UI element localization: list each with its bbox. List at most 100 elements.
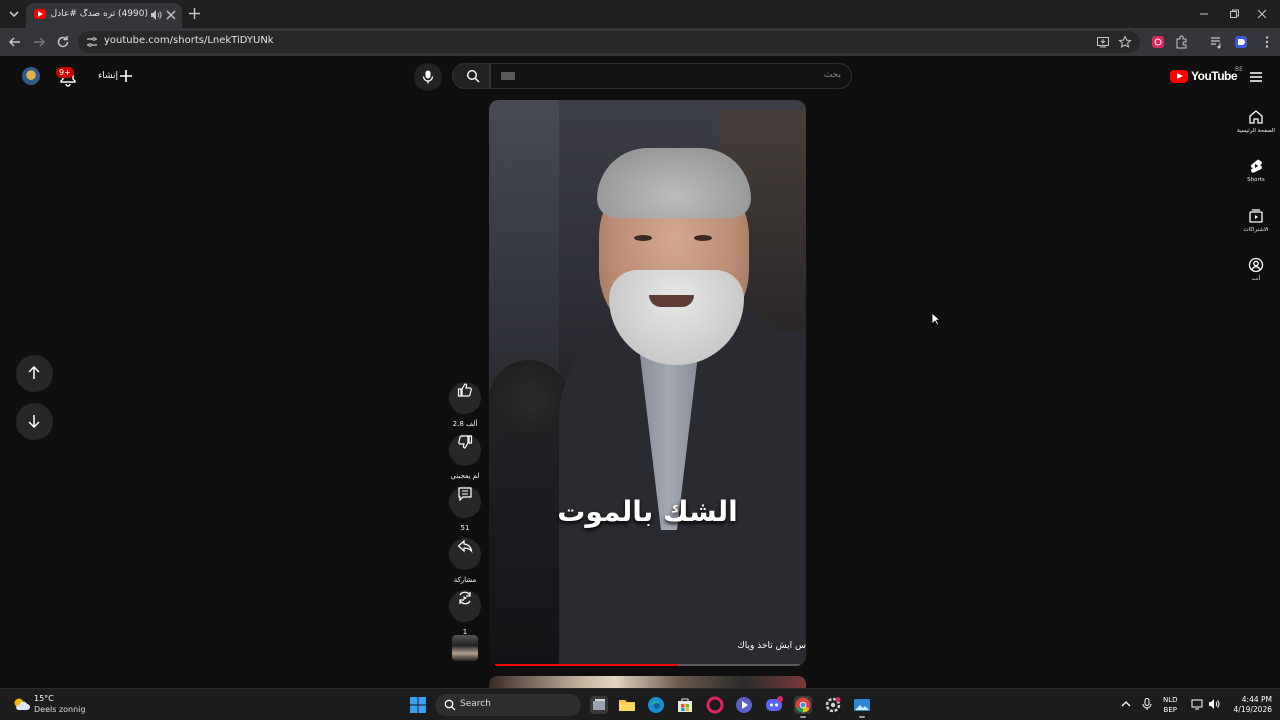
share-button[interactable] — [449, 538, 481, 570]
channel-sound-thumbnail[interactable] — [452, 635, 478, 661]
weather-description: Deels zonnig — [34, 705, 86, 714]
guide-menu-hamburger-icon[interactable] — [1249, 70, 1263, 84]
window-minimize-icon[interactable] — [1198, 8, 1210, 20]
guide-label-subscriptions: الاشتراكات — [1243, 227, 1269, 233]
browser-toolbar: youtube.com/shorts/LnekTiDYUNk — [0, 28, 1280, 56]
browser-tab-active[interactable]: (4990) ترە صدگ #عادل_البدا — [26, 3, 182, 28]
bookmark-star-icon[interactable] — [1118, 35, 1132, 49]
browser-tab-strip: (4990) ترە صدگ #عادل_البدا — [0, 0, 1280, 28]
media-player-icon[interactable] — [735, 696, 753, 714]
profile-extension-icon[interactable] — [1234, 35, 1248, 49]
like-action[interactable]: 2.8 ألف — [449, 374, 481, 428]
browser-menu-kebab-icon[interactable] — [1260, 35, 1274, 49]
search-input[interactable]: بحث — [490, 63, 852, 89]
tab-search-chevron-icon[interactable] — [6, 6, 22, 22]
guide-item-shorts[interactable]: Shorts — [1234, 158, 1278, 198]
photos-running-indicator — [859, 716, 865, 718]
reload-icon[interactable] — [56, 35, 70, 49]
comment-icon — [458, 487, 472, 502]
guide-item-subscriptions[interactable]: الاشتراكات — [1234, 208, 1278, 248]
share-arrow-icon — [457, 539, 473, 553]
extensions-puzzle-icon[interactable] — [1175, 35, 1189, 49]
clock-date: 4/19/2026 — [1233, 705, 1272, 714]
studio-microphone — [489, 360, 569, 440]
speaker-mouth — [649, 295, 694, 307]
home-icon — [1249, 110, 1263, 124]
task-view-icon[interactable] — [590, 696, 608, 714]
create-button[interactable]: إنشاء — [92, 66, 136, 88]
video-title[interactable]: س ايش تاخذ وياك — [489, 641, 806, 651]
create-label: إنشاء — [98, 71, 119, 81]
back-arrow-icon[interactable] — [8, 35, 22, 49]
windows-taskbar: 15°C Deels zonnig Search NLD BEP 4:44 PM… — [0, 688, 1280, 720]
microsoft-store-icon[interactable] — [676, 696, 694, 714]
discord-icon[interactable] — [765, 696, 783, 714]
shorts-video-player[interactable]: الشك بالموت س ايش تاخذ وياك — [489, 100, 806, 666]
extension-pink-icon[interactable] — [1151, 35, 1165, 49]
notification-count-badge: 9+ — [56, 67, 74, 78]
remix-action[interactable]: 1 — [449, 582, 481, 636]
you-icon — [1248, 257, 1264, 273]
share-action[interactable]: مشاركة — [449, 530, 481, 584]
youtube-wordmark: YouTube — [1191, 69, 1238, 83]
system-clock[interactable]: 4:44 PM 4/19/2026 — [1226, 695, 1272, 715]
window-restore-icon[interactable] — [1228, 8, 1240, 20]
microphone-tray-icon[interactable] — [1141, 698, 1153, 710]
speaker-hair — [597, 148, 751, 218]
guide-label-home: الصفحة الرئيسية — [1237, 128, 1275, 134]
search-icon — [444, 699, 456, 711]
network-monitor-icon[interactable] — [1191, 698, 1203, 710]
new-tab-plus-icon[interactable] — [189, 8, 200, 19]
dislike-action[interactable]: لم يعجبني — [449, 426, 481, 480]
settings-gear-icon[interactable] — [824, 696, 842, 714]
language-code: NLD — [1163, 696, 1178, 704]
address-bar[interactable]: youtube.com/shorts/LnekTiDYUNk — [78, 31, 1140, 53]
clock-time: 4:44 PM — [1241, 695, 1272, 704]
keyboard-layout-code: BEP — [1163, 706, 1177, 714]
next-short-preview[interactable] — [489, 676, 806, 688]
youtube-play-logo-icon — [1170, 70, 1188, 83]
like-button[interactable] — [449, 382, 481, 414]
file-explorer-icon[interactable] — [618, 696, 636, 714]
taskbar-search-box[interactable]: Search — [435, 694, 581, 716]
account-avatar[interactable] — [22, 67, 40, 85]
plus-icon — [119, 69, 133, 83]
tab-title: (4990) ترە صدگ #عادل_البدا — [50, 9, 148, 19]
speaker-eye-left — [634, 235, 652, 241]
comments-button[interactable] — [449, 486, 481, 518]
remix-icon — [459, 591, 471, 605]
chrome-browser-icon[interactable] — [794, 696, 812, 714]
keyboard-icon[interactable] — [501, 72, 515, 80]
volume-speaker-icon[interactable] — [1208, 698, 1220, 710]
partly-sunny-weather-icon[interactable] — [12, 696, 30, 712]
media-controls-icon[interactable] — [1210, 35, 1224, 49]
opera-browser-icon[interactable] — [706, 696, 724, 714]
remix-button[interactable] — [449, 590, 481, 622]
search-button[interactable] — [452, 63, 490, 89]
url-text: youtube.com/shorts/LnekTiDYUNk — [104, 35, 274, 46]
window-close-icon[interactable] — [1256, 8, 1268, 20]
forward-arrow-icon[interactable] — [32, 35, 46, 49]
tab-close-icon[interactable] — [166, 10, 176, 20]
comments-action[interactable]: 51 — [449, 478, 481, 532]
voice-search-microphone-icon[interactable] — [414, 63, 442, 91]
next-short-down-arrow-icon[interactable] — [16, 403, 53, 440]
photos-app-icon[interactable] — [853, 696, 871, 714]
windows-start-icon[interactable] — [410, 697, 426, 713]
install-app-icon[interactable] — [1096, 35, 1110, 49]
input-language[interactable]: NLD BEP — [1163, 695, 1178, 715]
edge-browser-icon[interactable] — [647, 696, 665, 714]
tray-overflow-chevron-icon[interactable] — [1120, 698, 1132, 710]
dislike-button[interactable] — [449, 434, 481, 466]
guide-item-you[interactable]: أنت — [1234, 257, 1278, 297]
previous-short-up-arrow-icon[interactable] — [16, 355, 53, 392]
guide-item-home[interactable]: الصفحة الرئيسية — [1234, 109, 1278, 149]
shorts-icon — [1250, 159, 1262, 173]
video-progress-bar[interactable] — [495, 664, 800, 666]
site-info-icon[interactable] — [86, 36, 98, 48]
video-progress-fill — [495, 664, 678, 666]
guide-label-shorts: Shorts — [1247, 177, 1265, 183]
video-caption-overlay: الشك بالموت — [557, 495, 738, 528]
youtube-logo[interactable]: YouTube — [1170, 68, 1238, 86]
tab-audio-icon[interactable] — [150, 9, 162, 21]
